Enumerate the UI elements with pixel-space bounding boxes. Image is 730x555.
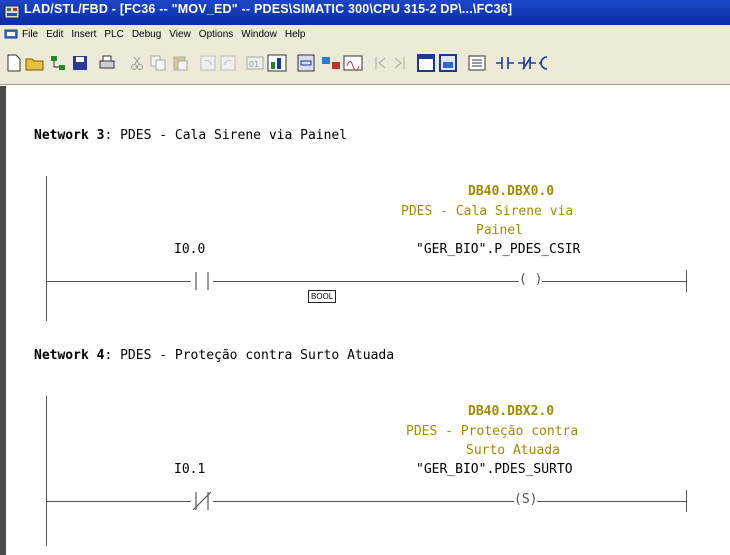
network-3-no-contact[interactable]: [190, 270, 214, 292]
monitor-icon[interactable]: [266, 53, 288, 73]
menu-plc[interactable]: PLC: [104, 29, 123, 40]
menu-options[interactable]: Options: [199, 29, 233, 40]
network-3-coil[interactable]: ( ): [519, 272, 543, 287]
network-3-wire-right: [213, 281, 686, 282]
undo-icon[interactable]: [198, 53, 218, 73]
menu-insert[interactable]: Insert: [71, 29, 96, 40]
download-icon[interactable]: 01: [244, 53, 266, 73]
save-icon[interactable]: [70, 53, 90, 73]
menu-edit[interactable]: Edit: [46, 29, 63, 40]
next-icon[interactable]: [390, 53, 408, 73]
coil-icon[interactable]: [538, 53, 552, 73]
copy-icon[interactable]: [148, 53, 168, 73]
network-4-nc-contact[interactable]: [190, 490, 214, 512]
network-4-wire-right: [213, 501, 686, 502]
contact-nc-icon[interactable]: [516, 53, 538, 73]
network-3-coil-address: DB40.DBX0.0: [468, 184, 555, 199]
paste-icon[interactable]: [170, 53, 190, 73]
prev-icon[interactable]: [372, 53, 390, 73]
toolbar: 01: [0, 43, 730, 85]
menu-bar: File Edit Insert PLC Debug View Options …: [0, 25, 730, 43]
document-icon[interactable]: [4, 28, 18, 40]
window-icon[interactable]: [416, 53, 436, 73]
details-icon[interactable]: [438, 53, 458, 73]
network-3-right-rail: [686, 270, 687, 292]
power-rail-network-3: [46, 176, 47, 321]
symbols-icon[interactable]: [466, 53, 488, 73]
network-4-wire-left: [46, 501, 191, 502]
open-icon[interactable]: [24, 53, 46, 73]
menu-file[interactable]: File: [22, 29, 38, 40]
network-4-title: PDES - Proteção contra Surto Atuada: [120, 348, 395, 363]
contact-no-icon[interactable]: [494, 53, 516, 73]
network-4-coil-symbol: "GER_BIO".PDES_SURTO: [416, 462, 573, 477]
overview-icon[interactable]: [296, 53, 316, 73]
redo-icon[interactable]: [218, 53, 238, 73]
online-icon[interactable]: [342, 53, 364, 73]
network-3-coil-symbol: "GER_BIO".P_PDES_CSIR: [416, 242, 581, 257]
network-3-title: PDES - Cala Sirene via Painel: [120, 128, 348, 143]
network-4-coil-comment-1: PDES - Proteção contra: [406, 424, 579, 439]
compare-icon[interactable]: [320, 53, 342, 73]
svg-text:01: 01: [249, 60, 259, 69]
ladder-editor: Network 3: PDES - Cala Sirene via Painel…: [0, 86, 730, 555]
network-3-header: Network 3: PDES - Cala Sirene via Painel: [34, 128, 348, 143]
network-3-coil-comment-1: PDES - Cala Sirene via: [401, 204, 574, 219]
new-icon[interactable]: [4, 53, 24, 73]
network-3-coil-comment-2: Painel: [476, 223, 523, 238]
network-3-wire-left: [46, 281, 191, 282]
menu-window[interactable]: Window: [241, 29, 277, 40]
window-title: LAD/STL/FBD - [FC36 -- "MOV_ED" -- PDES\…: [24, 2, 513, 16]
network-3-type-tag: BOOL: [308, 290, 337, 303]
cut-icon[interactable]: [128, 53, 146, 73]
print-icon[interactable]: [96, 53, 118, 73]
network-4-coil-address: DB40.DBX2.0: [468, 404, 555, 419]
network-3-contact-address: I0.0: [174, 242, 206, 257]
network-4-header: Network 4: PDES - Proteção contra Surto …: [34, 348, 395, 363]
network-4-coil-comment-2: Surto Atuada: [466, 443, 560, 458]
network-4-coil[interactable]: (S): [514, 492, 538, 507]
app-icon: [4, 5, 20, 19]
menu-view[interactable]: View: [169, 29, 191, 40]
power-rail-network-4: [46, 396, 47, 546]
menu-debug[interactable]: Debug: [132, 29, 161, 40]
network-4-contact-address: I0.1: [174, 462, 206, 477]
network-4-right-rail: [686, 490, 687, 512]
network-icon[interactable]: [48, 53, 68, 73]
menu-help[interactable]: Help: [285, 29, 306, 40]
